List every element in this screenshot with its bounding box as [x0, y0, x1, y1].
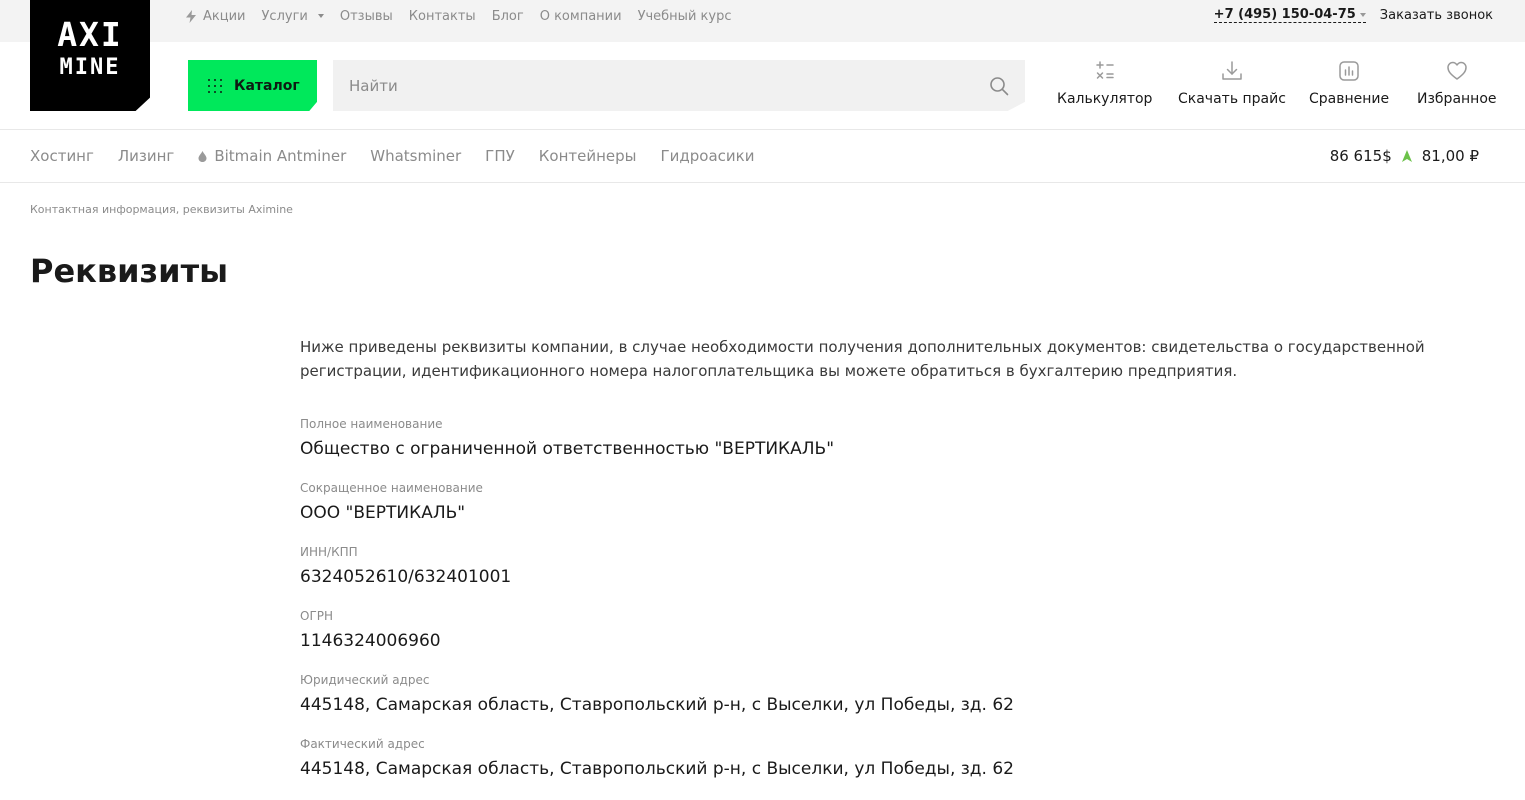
- requisite-value: 445148, Самарская область, Ставропольски…: [300, 695, 1014, 715]
- category-nav: Хостинг Лизинг Bitmain Antminer Whatsmin…: [30, 130, 754, 182]
- top-utility-bar: Акции Услуги Отзывы Контакты Блог О комп…: [0, 0, 1525, 42]
- top-link-label: Акции: [203, 8, 246, 24]
- compare-tool[interactable]: Сравнение: [1309, 60, 1389, 110]
- breadcrumb[interactable]: Контактная информация, реквизиты Aximine: [30, 203, 293, 216]
- compare-label: Сравнение: [1309, 91, 1390, 107]
- heart-icon: [1447, 61, 1467, 80]
- rub-rate: 81,00 ₽: [1421, 147, 1479, 165]
- drop-icon: [198, 150, 207, 162]
- nav-item-leasing[interactable]: Лизинг: [118, 147, 174, 165]
- site-logo[interactable]: AXI MINE: [30, 0, 150, 111]
- search-icon[interactable]: [989, 76, 1009, 96]
- nav-item-gpu[interactable]: ГПУ: [485, 147, 515, 165]
- download-icon: [1222, 61, 1242, 80]
- top-link-label: Услуги: [261, 8, 308, 24]
- logo-text-bottom: MINE: [59, 55, 121, 80]
- requisite-full-name: Полное наименование Общество с ограничен…: [300, 416, 1430, 480]
- requisite-actual-address: Фактический адрес 445148, Самарская обла…: [300, 736, 1430, 800]
- calculator-icon: [1095, 61, 1114, 79]
- nav-divider: [0, 182, 1525, 183]
- top-link-promo[interactable]: Акции: [185, 9, 246, 24]
- download-price-tool[interactable]: Скачать прайс: [1178, 60, 1286, 110]
- top-link-reviews[interactable]: Отзывы: [340, 9, 393, 24]
- nav-item-label: Bitmain Antminer: [214, 147, 347, 165]
- favorites-tool[interactable]: Избранное: [1417, 60, 1497, 110]
- requisite-label: ИНН/КПП: [300, 545, 358, 559]
- callback-link[interactable]: Заказать звонок: [1380, 8, 1493, 23]
- nav-item-containers[interactable]: Контейнеры: [539, 147, 637, 165]
- intro-text: Ниже приведены реквизиты компании, в слу…: [300, 338, 1425, 380]
- requisite-value: 445148, Самарская область, Ставропольски…: [300, 759, 1014, 779]
- requisite-legal-address: Юридический адрес 445148, Самарская обла…: [300, 672, 1430, 736]
- top-link-blog[interactable]: Блог: [492, 9, 524, 24]
- btc-rate: 86 615$: [1329, 147, 1392, 165]
- requisites-list: Полное наименование Общество с ограничен…: [300, 416, 1430, 800]
- requisite-label: Сокращенное наименование: [300, 481, 483, 495]
- requisite-value: Общество с ограниченной ответственностью…: [300, 439, 835, 459]
- requisite-value: ООО "ВЕРТИКАЛЬ": [300, 503, 466, 523]
- top-link-course[interactable]: Учебный курс: [638, 9, 732, 24]
- logo-text-top: AXI: [57, 15, 123, 54]
- nav-item-bitmain[interactable]: Bitmain Antminer: [198, 147, 346, 165]
- grid-dots-icon: [208, 78, 222, 93]
- download-price-label: Скачать прайс: [1178, 91, 1286, 107]
- top-link-services[interactable]: Услуги: [262, 9, 324, 24]
- top-link-contacts[interactable]: Контакты: [409, 9, 476, 24]
- trend-up-icon: [1401, 150, 1412, 162]
- phone-number: +7 (495) 150-04-75: [1213, 7, 1356, 22]
- currency-rate: 86 615$ 81,00 ₽: [1330, 130, 1479, 182]
- top-links: Акции Услуги Отзывы Контакты Блог О комп…: [185, 0, 731, 32]
- requisite-label: Юридический адрес: [300, 673, 430, 687]
- phone-link[interactable]: +7 (495) 150-04-75: [1213, 7, 1366, 23]
- favorites-label: Избранное: [1417, 91, 1497, 107]
- catalog-button-label: Каталог: [234, 77, 300, 94]
- nav-item-whatsminer[interactable]: Whatsminer: [370, 147, 461, 165]
- chevron-down-icon: [317, 14, 324, 18]
- requisite-short-name: Сокращенное наименование ООО "ВЕРТИКАЛЬ": [300, 480, 1430, 544]
- lightning-icon: [186, 9, 196, 23]
- requisite-label: ОГРН: [300, 609, 334, 623]
- requisite-inn-kpp: ИНН/КПП 6324052610/632401001: [300, 544, 1430, 608]
- chevron-down-icon[interactable]: [1359, 12, 1366, 17]
- calculator-tool[interactable]: Калькулятор: [1057, 60, 1152, 110]
- requisite-value: 1146324006960: [300, 631, 441, 651]
- requisite-label: Фактический адрес: [300, 737, 425, 751]
- calculator-label: Калькулятор: [1057, 91, 1153, 107]
- search-input[interactable]: [333, 60, 973, 111]
- compare-chart-icon: [1339, 61, 1359, 81]
- requisite-ogrn: ОГРН 1146324006960: [300, 608, 1430, 672]
- requisite-label: Полное наименование: [300, 417, 443, 431]
- page-title: Реквизиты: [30, 252, 229, 290]
- requisite-value: 6324052610/632401001: [300, 567, 512, 587]
- catalog-button[interactable]: Каталог: [188, 60, 317, 111]
- search-box: [333, 60, 1025, 111]
- nav-item-hydro-asics[interactable]: Гидроасики: [661, 147, 755, 165]
- top-contacts: +7 (495) 150-04-75 Заказать звонок: [1213, 0, 1493, 30]
- top-link-about[interactable]: О компании: [540, 9, 622, 24]
- nav-item-hosting[interactable]: Хостинг: [30, 147, 94, 165]
